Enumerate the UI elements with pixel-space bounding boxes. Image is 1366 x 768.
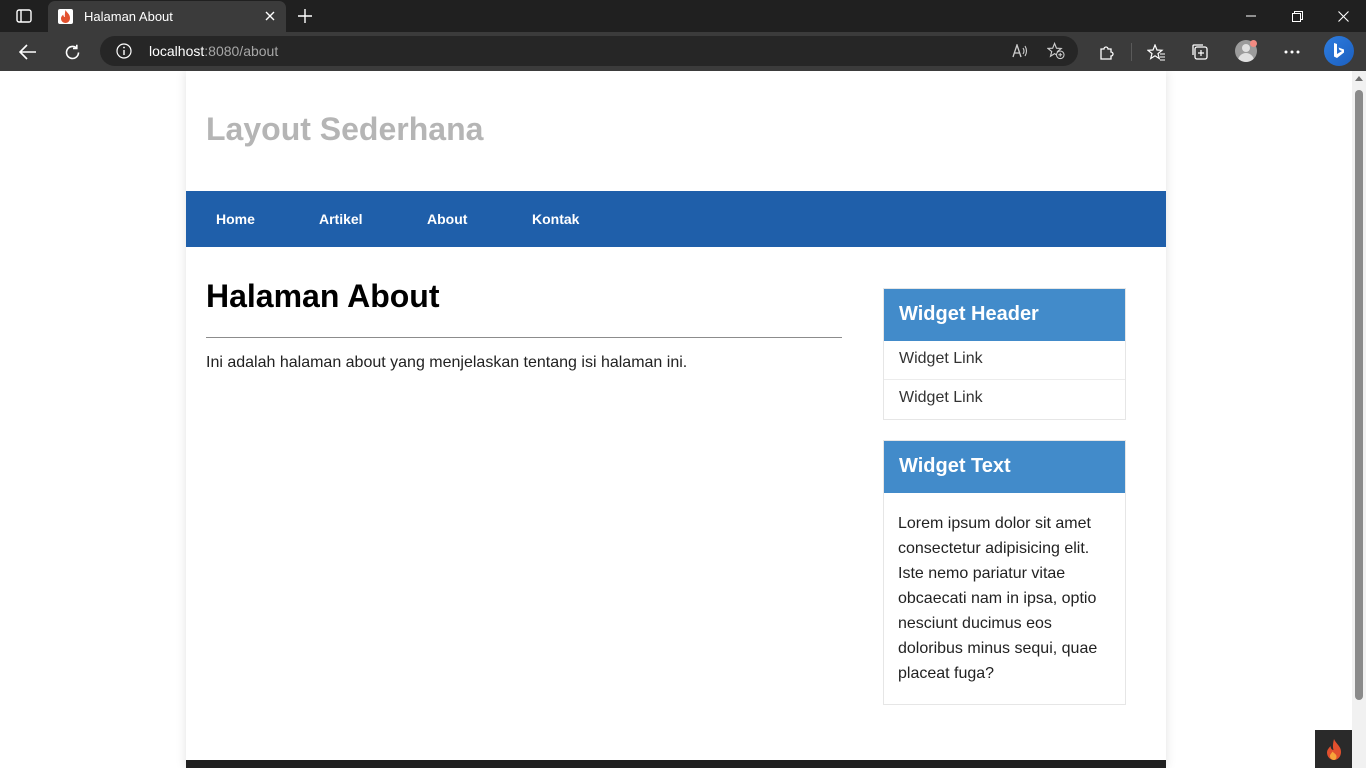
tab-title: Halaman About xyxy=(84,9,173,24)
browser-toolbar: localhost:8080/about xyxy=(0,32,1366,71)
nav-home[interactable]: Home xyxy=(216,211,255,227)
flame-favicon-icon xyxy=(58,9,73,24)
main-nav: Home Artikel About Kontak xyxy=(186,191,1166,247)
toolbar-separator xyxy=(1131,43,1132,61)
favorites-icon[interactable] xyxy=(1142,38,1170,66)
back-icon[interactable] xyxy=(14,38,42,66)
nav-kontak[interactable]: Kontak xyxy=(532,211,579,227)
widget-links: Widget Header Widget Link Widget Link xyxy=(883,288,1126,420)
page-heading: Halaman About xyxy=(206,278,440,314)
address-bar[interactable]: localhost:8080/about xyxy=(100,36,1078,66)
url-text[interactable]: localhost:8080/about xyxy=(149,43,278,59)
widget-links-header: Widget Header xyxy=(884,289,1125,341)
footer-edge xyxy=(186,760,1166,768)
page-container: Layout Sederhana Home Artikel About Kont… xyxy=(186,71,1166,768)
tab-actions-icon[interactable] xyxy=(10,5,38,27)
bing-icon[interactable] xyxy=(1324,36,1354,66)
nav-about[interactable]: About xyxy=(427,211,467,227)
refresh-icon[interactable] xyxy=(58,38,86,66)
page-scrollbar[interactable] xyxy=(1352,71,1366,768)
avatar-head xyxy=(1242,44,1250,52)
more-icon[interactable] xyxy=(1278,38,1306,66)
active-tab[interactable]: Halaman About xyxy=(48,1,286,32)
add-favorite-icon[interactable] xyxy=(1047,42,1065,60)
collections-icon[interactable] xyxy=(1186,38,1214,66)
scroll-up-icon[interactable] xyxy=(1355,76,1363,81)
notification-dot xyxy=(1250,40,1257,47)
widget-link-2[interactable]: Widget Link xyxy=(884,380,1125,419)
site-title: Layout Sederhana xyxy=(206,111,484,147)
page-body-text: Ini adalah halaman about yang menjelaska… xyxy=(206,354,688,371)
tab-bar: Halaman About xyxy=(0,0,1366,32)
plus-icon[interactable] xyxy=(294,5,316,27)
page-viewport: Layout Sederhana Home Artikel About Kont… xyxy=(0,71,1352,768)
widget-text-header: Widget Text xyxy=(884,441,1125,493)
widget-text: Widget Text Lorem ipsum dolor sit amet c… xyxy=(883,440,1126,705)
heading-divider xyxy=(206,337,842,338)
widget-text-body: Lorem ipsum dolor sit amet consectetur a… xyxy=(898,515,1098,682)
minimize-icon[interactable] xyxy=(1228,0,1274,32)
read-aloud-icon[interactable] xyxy=(1011,42,1029,60)
close-icon[interactable] xyxy=(262,8,278,24)
url-path: :8080/about xyxy=(204,43,279,59)
avatar-body xyxy=(1238,53,1254,62)
restore-icon[interactable] xyxy=(1274,0,1320,32)
codeigniter-icon[interactable] xyxy=(1315,730,1352,768)
extensions-icon[interactable] xyxy=(1093,38,1121,66)
nav-artikel[interactable]: Artikel xyxy=(319,211,363,227)
window-close-icon[interactable] xyxy=(1320,0,1366,32)
site-header: Layout Sederhana xyxy=(186,71,1166,191)
info-icon[interactable] xyxy=(116,43,132,59)
widget-link-1[interactable]: Widget Link xyxy=(884,341,1125,380)
scrollbar-thumb[interactable] xyxy=(1355,90,1363,700)
url-host: localhost xyxy=(149,43,205,59)
